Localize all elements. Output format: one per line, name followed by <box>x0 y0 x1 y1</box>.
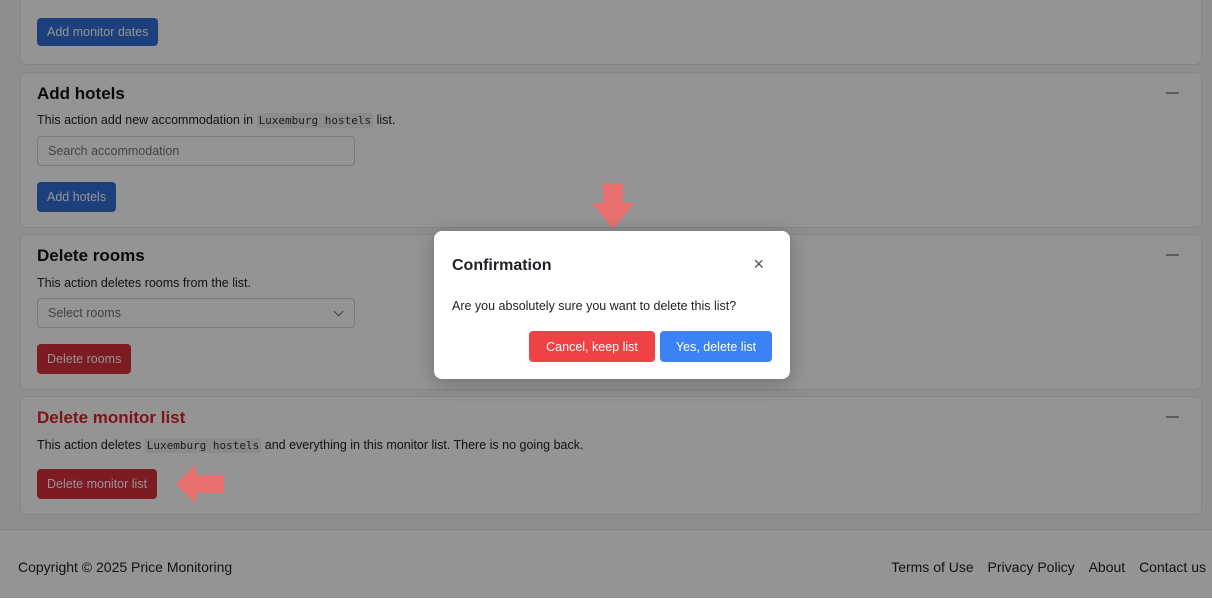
modal-message: Are you absolutely sure you want to dele… <box>452 299 737 313</box>
confirm-delete-list-button[interactable]: Yes, delete list <box>660 331 772 362</box>
arrow-left-icon <box>176 464 224 504</box>
page: Add monitor dates Add hotels This action… <box>0 0 1212 599</box>
close-icon[interactable]: × <box>753 255 764 273</box>
cancel-keep-list-button[interactable]: Cancel, keep list <box>529 331 655 362</box>
confirmation-modal: Confirmation × Are you absolutely sure y… <box>434 231 790 379</box>
modal-title: Confirmation <box>452 257 552 274</box>
arrow-down-icon <box>592 183 634 229</box>
